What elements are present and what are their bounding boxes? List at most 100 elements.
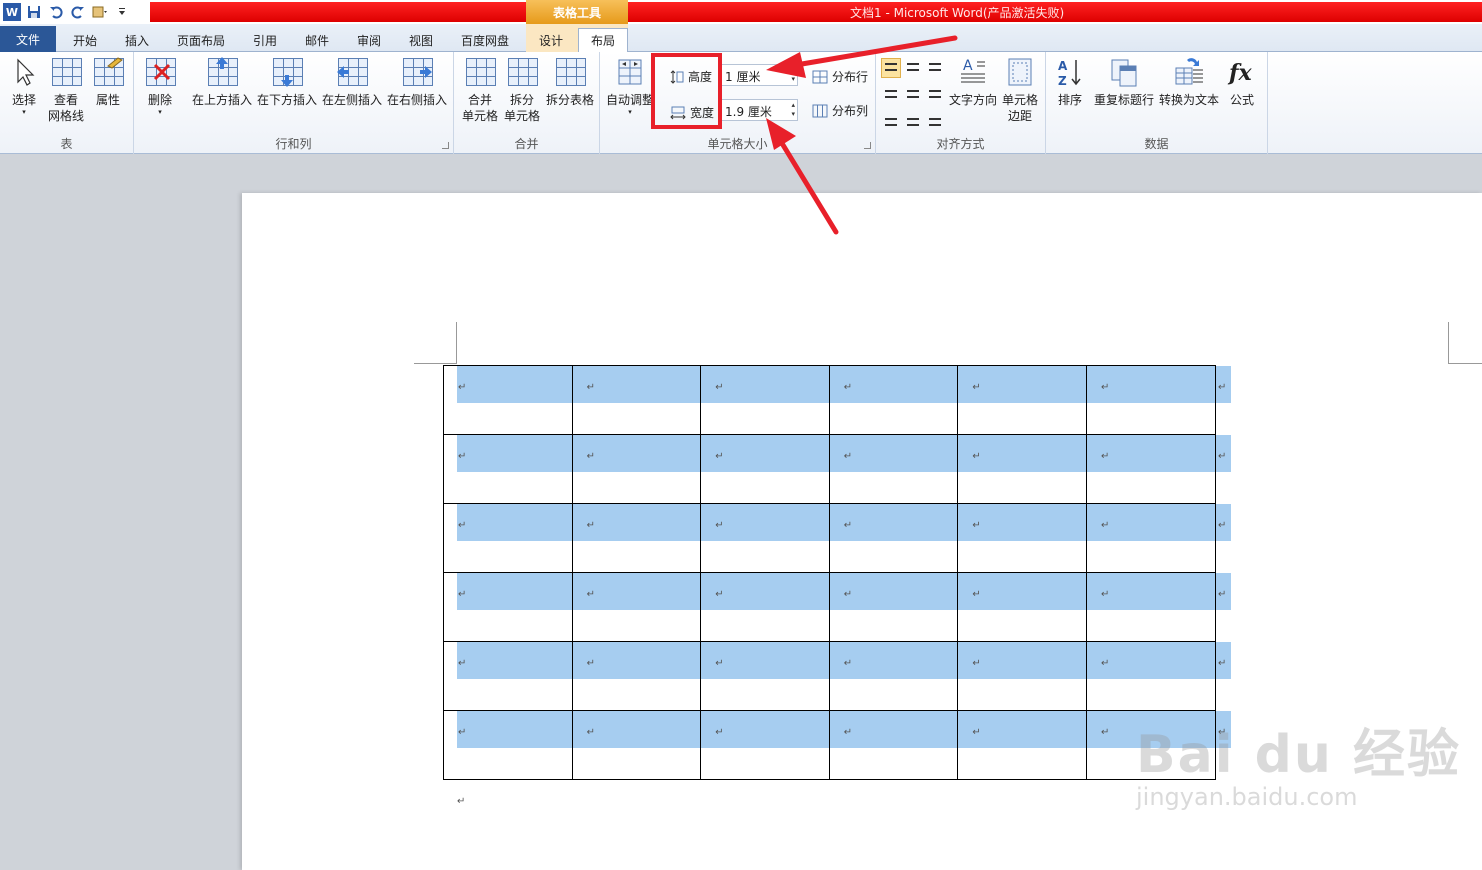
table-cell[interactable]: ↵ xyxy=(443,710,573,780)
table-cell[interactable]: ↵ xyxy=(443,572,573,642)
tab-layout[interactable]: 布局 xyxy=(578,28,628,52)
tab-view[interactable]: 视图 xyxy=(398,28,444,52)
formula-button[interactable]: fx 公式 xyxy=(1224,56,1260,108)
table-cell[interactable]: ↵ xyxy=(571,365,702,435)
word-app-icon[interactable]: W xyxy=(3,3,21,21)
repeat-header-rows-button[interactable]: 重复标题行 xyxy=(1092,56,1156,108)
table-cell[interactable]: ↵ xyxy=(828,572,959,642)
table-cell[interactable]: ↵ xyxy=(828,503,959,573)
width-input[interactable]: 1.9 厘米 ▴ ▾ xyxy=(720,99,798,121)
tab-file[interactable]: 文件 xyxy=(0,26,56,52)
split-table-button[interactable]: 拆分表格 xyxy=(544,56,596,108)
document-table[interactable]: ↵ ↵ ↵ ↵ ↵ ↵ ↵ ↵ ↵ ↵ ↵ ↵ ↵ ↵ ↵ ↵ ↵ ↵ ↵ ↵ ↵ ↵ ↵ ↵ ↵ ↵ ↵ ↵ ↵ ↵ ↵ ↵ ↵ ↵ ↵ ↵ xyxy=(443,365,1216,780)
view-gridlines-button[interactable]: 查看 网格线 xyxy=(46,56,86,124)
table-cell[interactable]: ↵ xyxy=(571,641,702,711)
baidu-jingyan-watermark: Bai du 经验 jingyan.baidu.com xyxy=(1136,712,1461,811)
align-middle-center-icon[interactable] xyxy=(903,83,923,103)
customize-icon[interactable] xyxy=(91,3,109,21)
width-spinner-icon[interactable]: ▴ ▾ xyxy=(791,101,795,119)
align-middle-right-icon[interactable] xyxy=(925,83,945,103)
tab-review[interactable]: 审阅 xyxy=(346,28,392,52)
table-cell[interactable]: ↵ xyxy=(1085,641,1216,711)
delete-button[interactable]: 删除 ▾ xyxy=(142,56,178,116)
insert-right-button[interactable]: 在右侧插入 xyxy=(385,56,449,108)
table-cell[interactable]: ↵ xyxy=(1085,365,1216,435)
table-cell[interactable]: ↵ xyxy=(828,710,959,780)
distribute-columns-button[interactable]: 分布列 xyxy=(812,102,868,119)
table-row[interactable]: ↵ ↵ ↵ ↵ ↵ ↵ xyxy=(443,641,1216,711)
table-cell[interactable]: ↵ xyxy=(828,365,959,435)
table-cell[interactable]: ↵ xyxy=(443,365,573,435)
align-top-left-icon[interactable] xyxy=(881,58,901,78)
table-row[interactable]: ↵ ↵ ↵ ↵ ↵ ↵ xyxy=(443,365,1216,435)
table-cell[interactable]: ↵ xyxy=(700,434,830,504)
table-cell[interactable]: ↵ xyxy=(443,641,573,711)
tab-insert[interactable]: 插入 xyxy=(114,28,160,52)
table-cell[interactable]: ↵ xyxy=(443,503,573,573)
insert-left-button[interactable]: 在左侧插入 xyxy=(320,56,384,108)
table-cell[interactable]: ↵ xyxy=(571,503,702,573)
table-cell[interactable]: ↵ xyxy=(957,641,1087,711)
cell-size-launcher-icon[interactable] xyxy=(864,142,871,149)
table-cell[interactable]: ↵ xyxy=(957,434,1087,504)
table-cell[interactable]: ↵ xyxy=(828,641,959,711)
qat-dropdown-icon[interactable] xyxy=(113,3,131,21)
svg-text:fx: fx xyxy=(1227,60,1252,86)
table-cell[interactable]: ↵ xyxy=(571,710,702,780)
table-cell[interactable]: ↵ xyxy=(1085,503,1216,573)
text-direction-button[interactable]: A 文字方向 xyxy=(948,56,998,108)
insert-below-button[interactable]: 在下方插入 xyxy=(255,56,319,108)
group-label-alignment: 对齐方式 xyxy=(936,137,985,151)
align-top-center-icon[interactable] xyxy=(903,58,923,78)
table-cell[interactable]: ↵ xyxy=(957,572,1087,642)
distribute-rows-button[interactable]: 分布行 xyxy=(812,68,868,85)
table-properties-button[interactable]: 属性 xyxy=(90,56,126,108)
table-row[interactable]: ↵ ↵ ↵ ↵ ↵ ↵ xyxy=(443,503,1216,573)
autofit-button[interactable]: 自动调整 ▾ xyxy=(604,56,656,116)
select-button[interactable]: 选择 ▾ xyxy=(6,56,42,116)
convert-to-text-button[interactable]: 转换为文本 xyxy=(1156,56,1222,108)
sort-button[interactable]: AZ 排序 xyxy=(1052,56,1088,108)
align-bottom-left-icon[interactable] xyxy=(881,108,901,128)
tab-home[interactable]: 开始 xyxy=(62,28,108,52)
table-cell[interactable]: ↵ xyxy=(957,710,1087,780)
table-row[interactable]: ↵ ↵ ↵ ↵ ↵ ↵ xyxy=(443,572,1216,642)
table-cell[interactable]: ↵ xyxy=(700,572,830,642)
table-cell[interactable]: ↵ xyxy=(700,365,830,435)
rows-columns-launcher-icon[interactable] xyxy=(442,142,449,149)
align-bottom-right-icon[interactable] xyxy=(925,108,945,128)
table-cell[interactable]: ↵ xyxy=(443,434,573,504)
redo-icon[interactable] xyxy=(69,3,87,21)
align-top-right-icon[interactable] xyxy=(925,58,945,78)
align-bottom-center-icon[interactable] xyxy=(903,108,923,128)
tab-page-layout[interactable]: 页面布局 xyxy=(168,28,234,52)
undo-icon[interactable] xyxy=(47,3,65,21)
split-cells-button[interactable]: 拆分 单元格 xyxy=(502,56,542,124)
table-cell[interactable]: ↵ xyxy=(957,503,1087,573)
table-cell[interactable]: ↵ xyxy=(571,572,702,642)
table-row[interactable]: ↵ ↵ ↵ ↵ ↵ ↵ xyxy=(443,434,1216,504)
tab-baidu-netdisk[interactable]: 百度网盘 xyxy=(452,28,518,52)
table-cell[interactable]: ↵ xyxy=(700,641,830,711)
table-cell[interactable]: ↵ xyxy=(828,434,959,504)
align-middle-left-icon[interactable] xyxy=(881,83,901,103)
table-cell[interactable]: ↵ xyxy=(1085,572,1216,642)
group-rows-columns: 删除 ▾ 在上方插入 在下方插入 在左侧插入 在右侧插入 行和列 xyxy=(134,52,454,154)
cell-margins-button[interactable]: 单元格 边距 xyxy=(998,56,1042,124)
merge-cells-button[interactable]: 合并 单元格 xyxy=(460,56,500,124)
table-row[interactable]: ↵ ↵ ↵ ↵ ↵ ↵ xyxy=(443,710,1216,780)
height-spinner-icon[interactable]: ▴ ▾ xyxy=(791,66,795,84)
selection-highlight xyxy=(457,573,572,610)
tab-references[interactable]: 引用 xyxy=(242,28,288,52)
insert-above-button[interactable]: 在上方插入 xyxy=(190,56,254,108)
table-cell[interactable]: ↵ xyxy=(700,710,830,780)
table-cell[interactable]: ↵ xyxy=(700,503,830,573)
tab-mailings[interactable]: 邮件 xyxy=(294,28,340,52)
cell-end-mark: ↵ xyxy=(972,382,981,393)
tab-design[interactable]: 设计 xyxy=(528,28,574,52)
table-cell[interactable]: ↵ xyxy=(571,434,702,504)
table-cell[interactable]: ↵ xyxy=(1085,434,1216,504)
table-cell[interactable]: ↵ xyxy=(957,365,1087,435)
save-icon[interactable] xyxy=(25,3,43,21)
height-input[interactable]: 1 厘米 ▴ ▾ xyxy=(720,64,798,86)
